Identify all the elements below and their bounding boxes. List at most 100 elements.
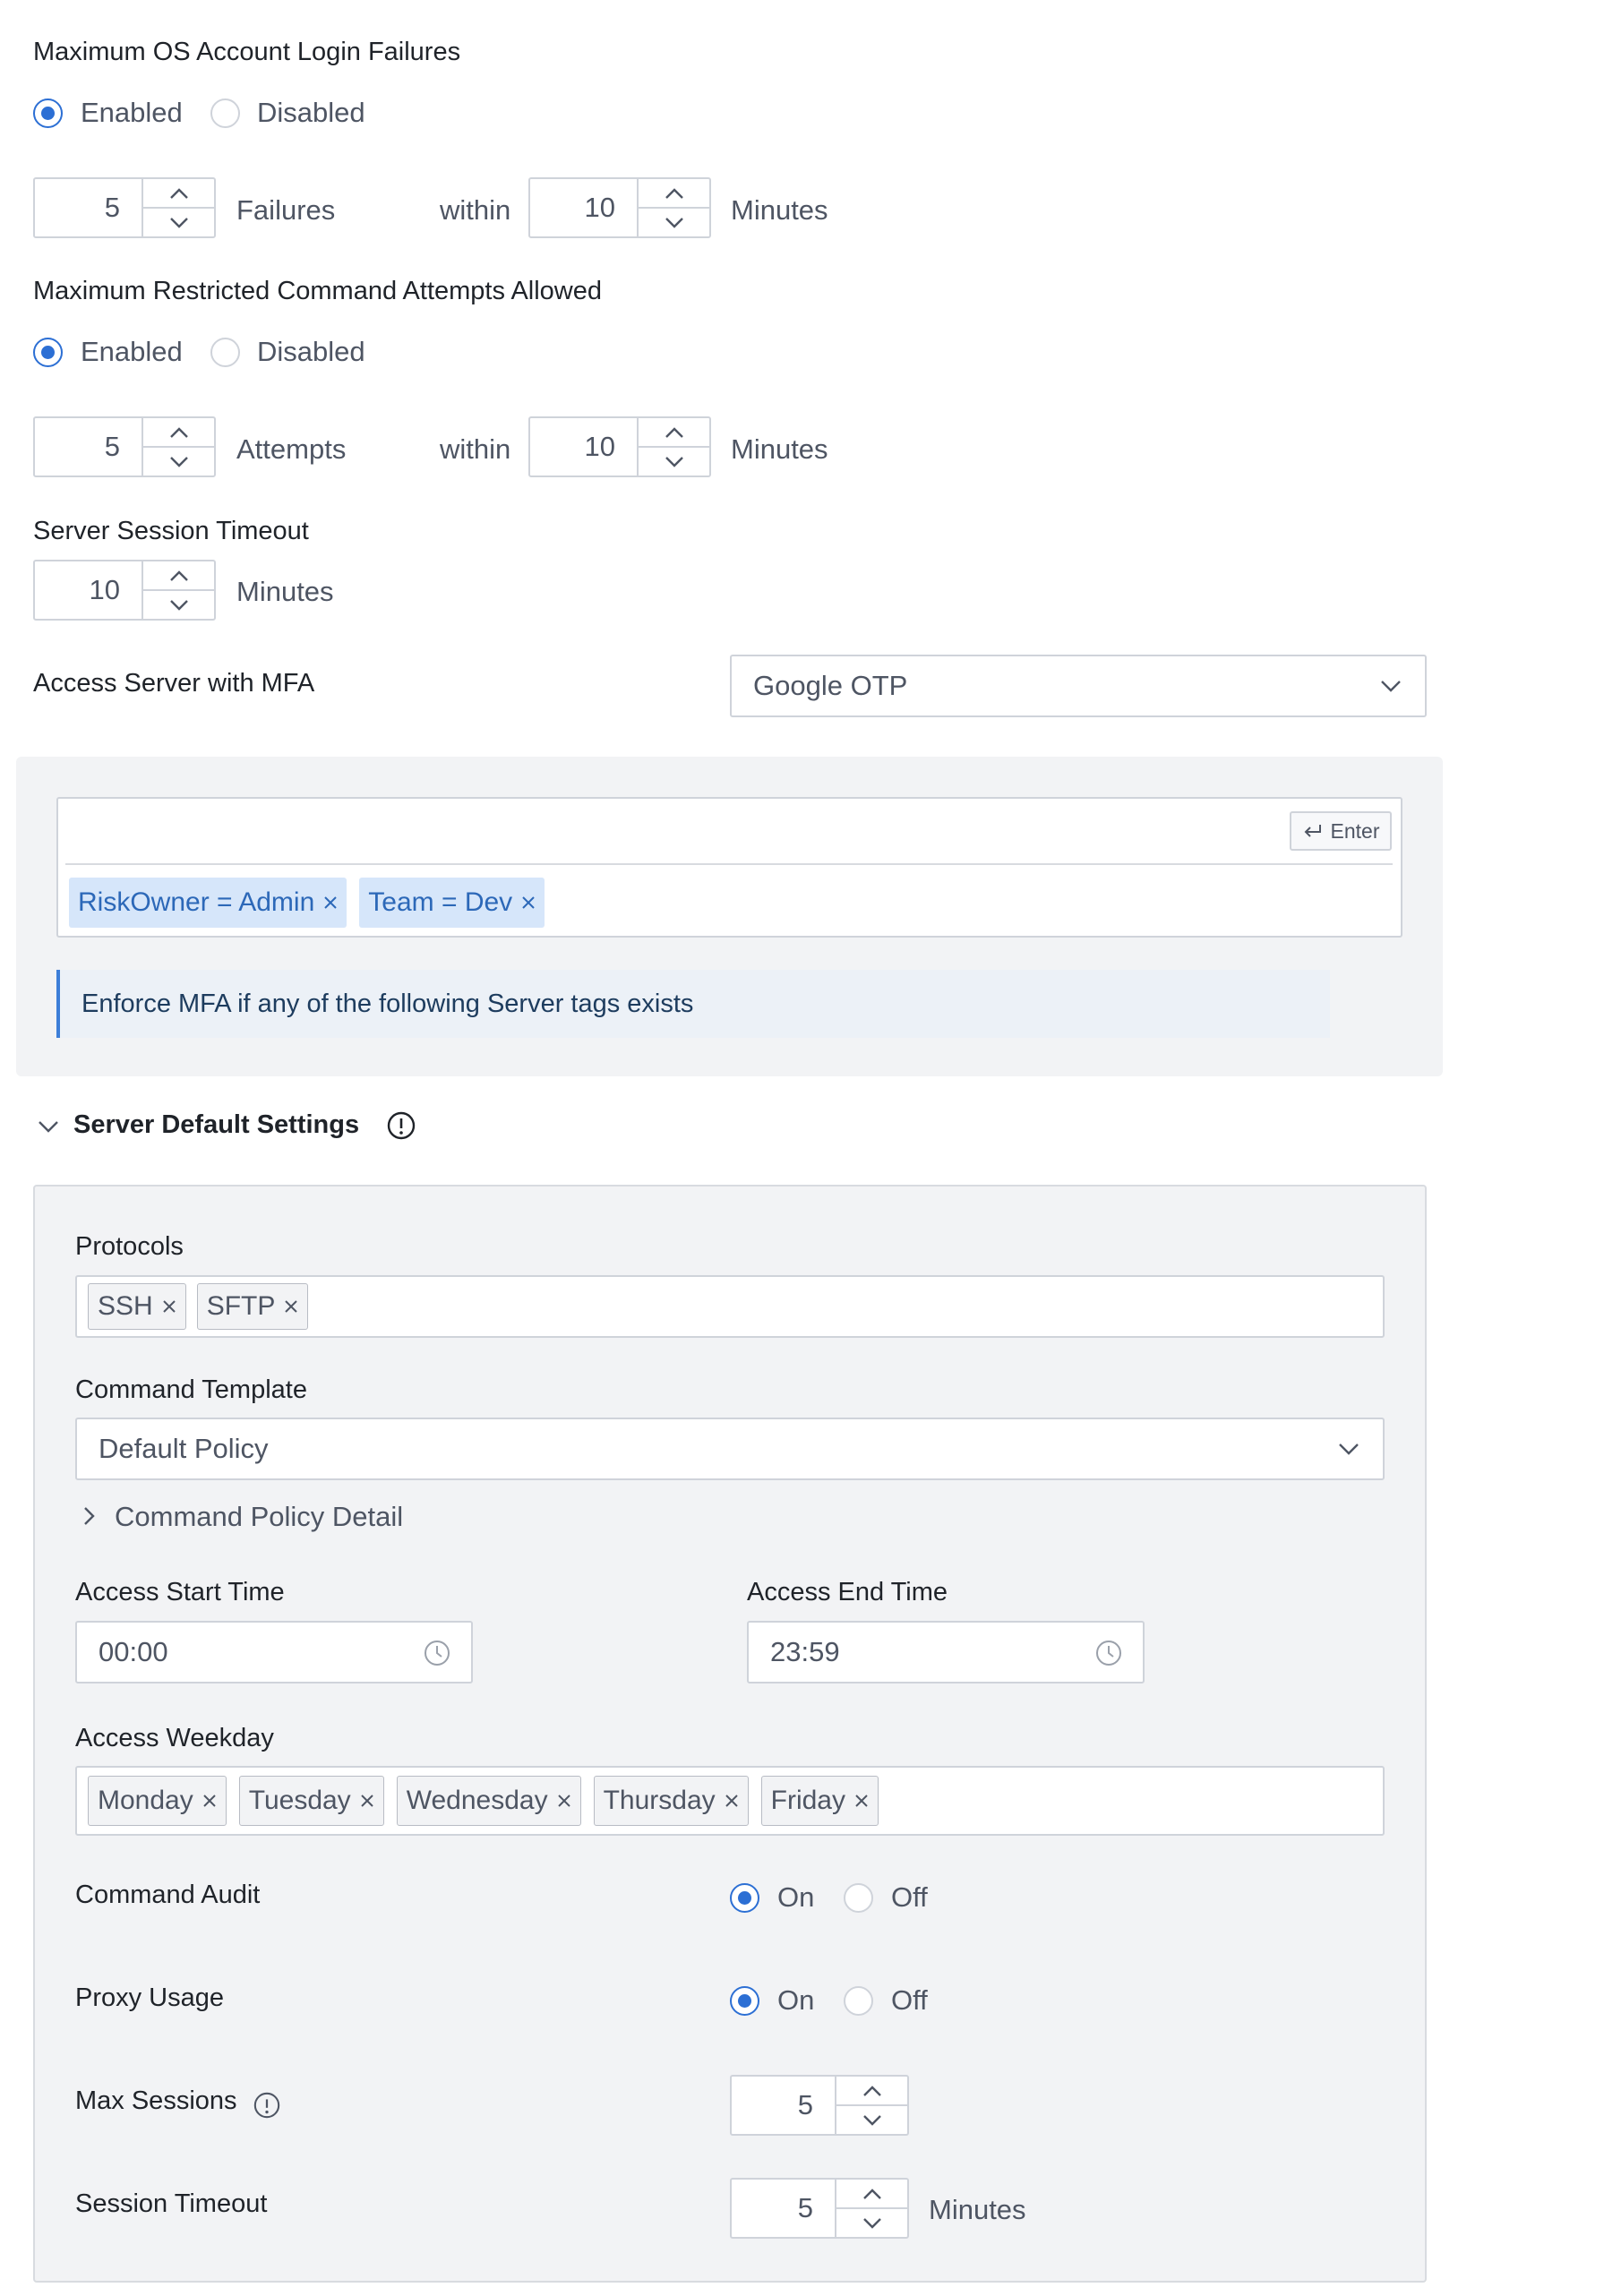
close-icon[interactable] (557, 1794, 571, 1808)
restricted-commands-count-stepper[interactable]: 5 (33, 416, 216, 477)
increment-button[interactable] (639, 179, 709, 207)
tag-label: Monday (98, 1786, 193, 1815)
close-icon[interactable] (162, 1299, 176, 1314)
increment-button[interactable] (639, 418, 709, 446)
close-icon[interactable] (725, 1794, 739, 1808)
close-icon[interactable] (854, 1794, 869, 1808)
close-icon[interactable] (360, 1794, 374, 1808)
decrement-button[interactable] (143, 446, 214, 475)
max-sessions-stepper[interactable]: 5 (730, 2075, 909, 2136)
weekday-tag[interactable]: Friday (760, 1776, 879, 1826)
mfa-tag-editor[interactable]: Enter RiskOwner = Admin Team = Dev (56, 797, 1402, 938)
enter-button[interactable]: Enter (1290, 811, 1392, 851)
clock-icon (1096, 1641, 1121, 1666)
restricted-commands-enabled-label[interactable]: Enabled (81, 336, 183, 368)
chevron-down-icon (665, 217, 683, 228)
proxy-usage-off-radio[interactable] (844, 1986, 873, 2016)
login-failures-window-stepper[interactable]: 10 (528, 177, 711, 238)
stepper-value[interactable]: 5 (35, 418, 142, 475)
protocols-label: Protocols (75, 1232, 184, 1261)
restricted-commands-disabled-radio[interactable] (210, 338, 240, 367)
increment-button[interactable] (836, 2180, 907, 2207)
restricted-commands-enabled-radio[interactable] (33, 338, 63, 367)
decrement-button[interactable] (639, 207, 709, 236)
stepper-value[interactable]: 5 (732, 2180, 835, 2237)
close-icon[interactable] (202, 1794, 217, 1808)
command-audit-off-radio[interactable] (844, 1883, 873, 1913)
mfa-tag[interactable]: RiskOwner = Admin (69, 878, 347, 928)
close-icon[interactable] (521, 895, 536, 910)
close-icon[interactable] (284, 1299, 298, 1314)
decrement-button[interactable] (639, 446, 709, 475)
access-end-time-input[interactable]: 23:59 (747, 1621, 1145, 1683)
weekday-tag[interactable]: Tuesday (238, 1776, 384, 1826)
stepper-value[interactable]: 5 (35, 179, 142, 236)
proxy-usage-on-label[interactable]: On (777, 1984, 814, 2017)
increment-button[interactable] (143, 418, 214, 446)
command-policy-detail-toggle[interactable]: Command Policy Detail (115, 1501, 403, 1533)
command-audit-on-label[interactable]: On (777, 1881, 814, 1914)
stepper-value[interactable]: 10 (530, 418, 637, 475)
login-failures-count-stepper[interactable]: 5 (33, 177, 216, 238)
info-icon[interactable] (253, 2091, 281, 2120)
mfa-select[interactable]: Google OTP (730, 655, 1427, 717)
increment-button[interactable] (143, 179, 214, 207)
restricted-commands-window-stepper[interactable]: 10 (528, 416, 711, 477)
weekday-tag[interactable]: Monday (88, 1776, 227, 1826)
access-start-time-input[interactable]: 00:00 (75, 1621, 473, 1683)
command-template-label: Command Template (75, 1375, 307, 1404)
decrement-button[interactable] (836, 2104, 907, 2134)
chevron-up-icon (665, 187, 683, 199)
tag-label: Wednesday (406, 1786, 548, 1815)
increment-button[interactable] (143, 561, 214, 589)
command-audit-off-label[interactable]: Off (891, 1881, 928, 1914)
proxy-usage-off-label[interactable]: Off (891, 1984, 928, 2017)
server-default-settings-title[interactable]: Server Default Settings (73, 1110, 359, 1140)
stepper-value[interactable]: 10 (35, 561, 142, 619)
chevron-down-icon (862, 2114, 881, 2126)
chevron-up-icon (862, 2085, 881, 2096)
decrement-button[interactable] (836, 2207, 907, 2237)
within-label: within (440, 433, 511, 465)
proxy-usage-on-radio[interactable] (730, 1986, 759, 2016)
access-weekday-input[interactable]: Monday Tuesday Wednesday Thursday Friday (75, 1766, 1385, 1836)
login-failures-disabled-radio[interactable] (210, 99, 240, 128)
info-icon[interactable] (386, 1110, 416, 1141)
start-time-value: 00:00 (99, 1636, 168, 1667)
protocol-tag[interactable]: SFTP (196, 1283, 309, 1330)
chevron-down-icon (169, 599, 188, 611)
minutes-unit: Minutes (236, 576, 334, 607)
login-failures-disabled-label[interactable]: Disabled (257, 97, 365, 129)
tag-label: SSH (98, 1291, 153, 1321)
weekday-tag[interactable]: Thursday (593, 1776, 749, 1826)
command-audit-label: Command Audit (75, 1880, 261, 1909)
chevron-down-icon[interactable] (38, 1119, 59, 1134)
protocols-input[interactable]: SSH SFTP (75, 1275, 1385, 1338)
stepper-value[interactable]: 5 (732, 2077, 835, 2134)
session-timeout-label: Session Timeout (75, 2189, 268, 2218)
access-start-time-label: Access Start Time (75, 1578, 285, 1606)
command-audit-on-radio[interactable] (730, 1883, 759, 1913)
stepper-value[interactable]: 10 (530, 179, 637, 236)
mfa-tag[interactable]: Team = Dev (359, 878, 545, 928)
chevron-right-icon[interactable] (82, 1506, 95, 1526)
session-timeout-stepper[interactable]: 5 (730, 2178, 909, 2239)
command-template-select[interactable]: Default Policy (75, 1418, 1385, 1480)
weekday-tag[interactable]: Wednesday (396, 1776, 581, 1826)
mfa-hint: Enforce MFA if any of the following Serv… (56, 970, 1330, 1038)
tag-label: Friday (770, 1786, 845, 1815)
login-failures-enabled-label[interactable]: Enabled (81, 97, 183, 129)
chevron-down-icon (665, 456, 683, 467)
decrement-button[interactable] (143, 207, 214, 236)
increment-button[interactable] (836, 2077, 907, 2104)
protocol-tag[interactable]: SSH (88, 1283, 186, 1330)
chevron-up-icon (169, 570, 188, 581)
minutes-unit: Minutes (929, 2194, 1026, 2225)
decrement-button[interactable] (143, 589, 214, 619)
server-session-timeout-stepper[interactable]: 10 (33, 560, 216, 621)
close-icon[interactable] (323, 895, 338, 910)
login-failures-enabled-radio[interactable] (33, 99, 63, 128)
chevron-down-icon (862, 2217, 881, 2229)
attempts-unit: Attempts (236, 433, 347, 465)
restricted-commands-disabled-label[interactable]: Disabled (257, 336, 365, 368)
